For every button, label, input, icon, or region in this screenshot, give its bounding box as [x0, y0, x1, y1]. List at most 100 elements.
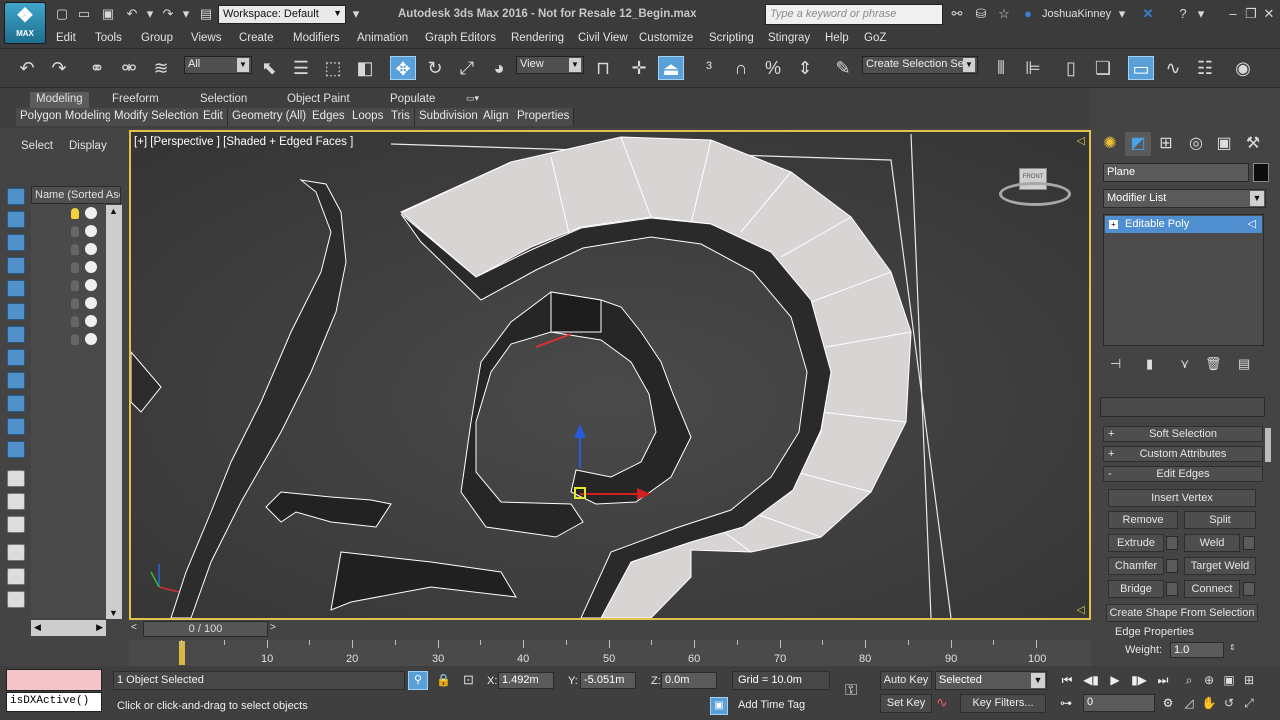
select-and-move-icon[interactable]: ✥	[390, 56, 416, 80]
add-time-tag[interactable]: Add Time Tag	[738, 699, 805, 711]
display-shapes-icon[interactable]	[7, 211, 25, 228]
redo-icon[interactable]: ↷	[46, 56, 72, 80]
viewcube-compass-ring[interactable]	[999, 182, 1071, 206]
unlink-icon[interactable]: ⚮	[116, 56, 142, 80]
scroll-left-icon[interactable]: ◀	[34, 622, 41, 633]
angle-snap-icon[interactable]: ∩	[728, 56, 754, 80]
workspace-dropdown[interactable]: Workspace: Default ▼	[218, 5, 346, 24]
binoculars-icon[interactable]: ⚯	[949, 6, 965, 22]
weld-settings-button[interactable]	[1243, 536, 1255, 550]
toggle-scene-explorer-icon[interactable]: ▯	[1058, 56, 1084, 80]
object-name-field[interactable]: Plane	[1103, 163, 1249, 182]
visibility-icon[interactable]	[85, 225, 97, 237]
target-weld-button[interactable]: Target Weld	[1184, 557, 1256, 575]
select-and-place-icon[interactable]: ◕	[486, 56, 512, 80]
light-off-icon[interactable]	[71, 334, 79, 345]
named-selection-dropdown[interactable]: Create Selection Se ▼	[862, 56, 978, 74]
modify-tab-icon[interactable]: ◩	[1125, 132, 1151, 156]
display-groups-icon[interactable]	[7, 326, 25, 343]
explorer-horizontal-scrollbar[interactable]: ◀ ▶	[31, 620, 106, 636]
motion-tab-icon[interactable]: ◎	[1183, 132, 1209, 156]
display-containers-icon[interactable]	[7, 395, 25, 412]
zoom-extents-all-icon[interactable]: ⊞	[1240, 671, 1258, 689]
subscription-icon[interactable]: ⛁	[973, 6, 989, 22]
display-space-warps-icon[interactable]	[7, 303, 25, 320]
percent-snap-icon[interactable]: %	[760, 56, 786, 80]
layer-icon[interactable]	[7, 591, 25, 608]
ribbon-options-icon[interactable]: ▭▾	[460, 92, 485, 108]
display-tab-icon[interactable]: ▣	[1211, 132, 1237, 156]
favorites-star-icon[interactable]: ☆	[996, 6, 1012, 22]
scroll-down-icon[interactable]: ▼	[109, 608, 118, 618]
orbit-icon[interactable]: ↺	[1220, 694, 1238, 712]
selection-lock-icon[interactable]: 🔒	[436, 673, 451, 687]
split-button[interactable]: Split	[1184, 511, 1256, 529]
create-shape-button[interactable]: Create Shape From Selection	[1106, 604, 1258, 622]
expand-icon[interactable]: +	[1109, 220, 1118, 229]
snaps-toggle-icon[interactable]: ³	[696, 56, 722, 80]
menu-stingray[interactable]: Stingray	[768, 32, 810, 44]
select-object-icon[interactable]: ⬉	[256, 56, 282, 80]
pivot-center-icon[interactable]: ⊓	[590, 56, 616, 80]
hierarchy-tab-icon[interactable]: ⊞	[1153, 132, 1179, 156]
menu-goz[interactable]: GoZ	[864, 32, 886, 44]
current-frame-field[interactable]: 0	[1083, 694, 1155, 712]
explorer-display-menu[interactable]: Display	[69, 140, 107, 152]
maxscript-listener-mini[interactable]	[6, 669, 102, 691]
minimize-icon[interactable]: –	[1225, 6, 1241, 22]
light-off-icon[interactable]	[71, 226, 79, 237]
connect-button[interactable]: Connect	[1184, 580, 1240, 598]
window-crossing-icon[interactable]: ◧	[352, 56, 378, 80]
maxscript-input[interactable]: isDXActive()	[6, 692, 102, 712]
next-frame-icon[interactable]: ▮▶	[1129, 671, 1149, 689]
zoom-all-icon[interactable]: ⊕	[1200, 671, 1218, 689]
extrude-button[interactable]: Extrude	[1108, 534, 1164, 552]
time-slider-thumb[interactable]: 0 / 100	[143, 621, 268, 637]
subtab-polygon-modeling[interactable]: Polygon Modeling	[16, 108, 117, 126]
zoom-extents-icon[interactable]: ▣	[1220, 671, 1238, 689]
time-slider-prev-icon[interactable]: <	[131, 622, 143, 636]
spinner-arrows-icon[interactable]: ⇕	[1229, 643, 1236, 652]
menu-group[interactable]: Group	[141, 32, 173, 44]
select-and-rotate-icon[interactable]: ↻	[422, 56, 448, 80]
x-coordinate-field[interactable]: 1.492m	[498, 672, 554, 689]
extrude-settings-button[interactable]	[1166, 536, 1178, 550]
quick-access-menu-icon[interactable]: ▾	[348, 6, 364, 22]
auto-key-button[interactable]: Auto Key	[880, 671, 932, 690]
tab-object-paint[interactable]: Object Paint	[281, 92, 356, 108]
help-dropdown-icon[interactable]: ▾	[1193, 6, 1209, 22]
default-in-out-tangents-icon[interactable]: ∿	[936, 694, 948, 711]
time-slider-next-icon[interactable]: >	[270, 622, 282, 636]
modifier-list-dropdown[interactable]: Modifier List ▼	[1103, 189, 1266, 208]
create-tab-icon[interactable]: ✺	[1097, 132, 1123, 156]
find-icon[interactable]	[7, 568, 25, 585]
scroll-right-icon[interactable]: ▶	[96, 622, 103, 633]
light-on-icon[interactable]	[71, 208, 79, 219]
make-unique-icon[interactable]: ⋎	[1180, 356, 1190, 372]
light-off-icon[interactable]	[71, 298, 79, 309]
object-color-swatch[interactable]	[1253, 163, 1269, 182]
bridge-settings-button[interactable]	[1166, 582, 1178, 596]
time-tag-icon[interactable]: ▣	[710, 697, 728, 715]
bind-space-warp-icon[interactable]: ≋	[148, 56, 174, 80]
restore-icon[interactable]: ❐	[1243, 6, 1259, 22]
command-panel-scrollbar[interactable]	[1265, 428, 1271, 462]
select-and-scale-icon[interactable]: ⤢	[454, 56, 480, 80]
undo-icon[interactable]: ↶	[124, 6, 140, 22]
edit-named-selection-icon[interactable]: ✎	[830, 56, 856, 80]
save-file-icon[interactable]: ▣	[100, 6, 116, 22]
visibility-icon[interactable]	[85, 261, 97, 273]
subtab-modify-selection[interactable]: Modify Selection	[110, 108, 204, 126]
rollout-edit-edges[interactable]: - Edit Edges	[1103, 466, 1263, 482]
new-file-icon[interactable]: ▢	[54, 6, 70, 22]
link-icon[interactable]: ⚭	[84, 56, 110, 80]
visibility-icon[interactable]	[85, 297, 97, 309]
show-end-result-icon[interactable]: ▮	[1146, 356, 1153, 372]
key-filters-button[interactable]: Key Filters...	[960, 694, 1046, 713]
tab-selection[interactable]: Selection	[194, 92, 253, 108]
display-all-icon[interactable]	[7, 470, 25, 487]
spinner-snap-icon[interactable]: ⇕	[792, 56, 818, 80]
pan-view-icon[interactable]: ✋	[1200, 694, 1218, 712]
display-helpers-icon[interactable]	[7, 280, 25, 297]
subtab-align[interactable]: Align	[479, 108, 514, 126]
